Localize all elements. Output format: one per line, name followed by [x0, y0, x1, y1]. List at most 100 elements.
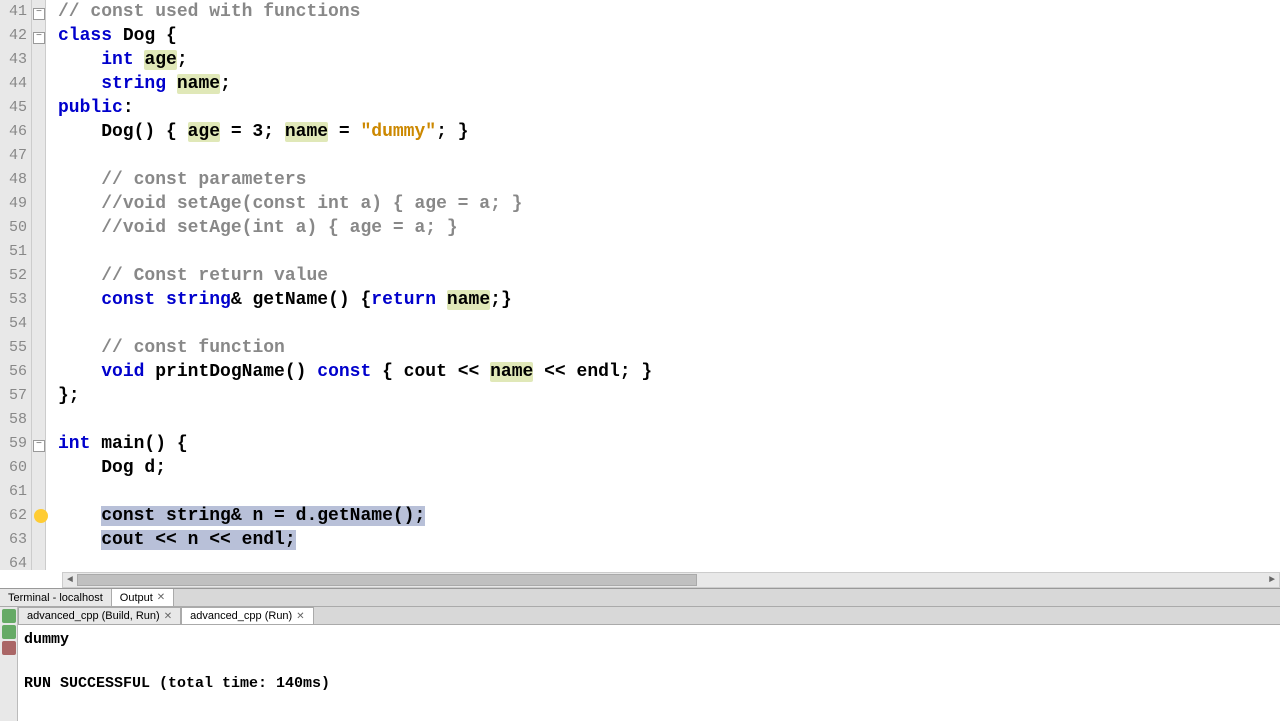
code-line[interactable]	[58, 480, 1280, 504]
code-line[interactable]	[58, 144, 1280, 168]
code-token: return	[371, 290, 436, 310]
horizontal-scrollbar[interactable]: ◄ ►	[62, 572, 1280, 588]
line-number: 50	[0, 216, 31, 240]
code-token	[58, 290, 101, 310]
fold-row	[32, 384, 45, 408]
code-line[interactable]	[58, 552, 1280, 570]
line-number: 56	[0, 360, 31, 384]
code-token: Dog() {	[58, 122, 188, 142]
fold-row: −	[32, 0, 45, 24]
fold-toggle-icon[interactable]: −	[33, 440, 45, 452]
fold-row	[32, 240, 45, 264]
fold-row	[32, 312, 45, 336]
code-token	[436, 290, 447, 310]
fold-row: −	[32, 432, 45, 456]
code-token: const string& n = d.getName();	[101, 506, 425, 526]
close-icon[interactable]: ✕	[157, 592, 165, 603]
scroll-track[interactable]	[77, 574, 1265, 586]
code-line[interactable]: // Const return value	[58, 264, 1280, 288]
output-line: dummy	[24, 629, 1274, 651]
close-icon[interactable]: ✕	[164, 611, 172, 622]
code-line[interactable]	[58, 408, 1280, 432]
code-token: cout << n << endl;	[101, 530, 295, 550]
fold-row	[32, 528, 45, 552]
code-line[interactable]: const string& getName() {return name;}	[58, 288, 1280, 312]
fold-row	[32, 192, 45, 216]
fold-gutter[interactable]: − − −	[32, 0, 46, 570]
fold-row	[32, 48, 45, 72]
panel-tabs: Terminal - localhost Output✕	[0, 589, 1280, 607]
code-token: name	[490, 362, 533, 382]
line-number: 42	[0, 24, 31, 48]
code-token	[58, 530, 101, 550]
code-token: // const used with functions	[58, 2, 360, 22]
line-number: 62	[0, 504, 31, 528]
code-token	[58, 338, 101, 358]
fold-row	[32, 408, 45, 432]
code-line[interactable]: // const function	[58, 336, 1280, 360]
panel-tab-label: Terminal - localhost	[8, 592, 103, 604]
code-text-area[interactable]: // const used with functionsclass Dog { …	[46, 0, 1280, 570]
code-line[interactable]	[58, 312, 1280, 336]
code-token: const	[101, 290, 155, 310]
code-line[interactable]: int age;	[58, 48, 1280, 72]
fold-row	[32, 552, 45, 570]
code-line[interactable]	[58, 240, 1280, 264]
fold-row	[32, 336, 45, 360]
code-token: main() {	[90, 434, 187, 454]
fold-row	[32, 264, 45, 288]
line-number: 64	[0, 552, 31, 570]
code-line[interactable]: void printDogName() const { cout << name…	[58, 360, 1280, 384]
code-line[interactable]: //void setAge(const int a) { age = a; }	[58, 192, 1280, 216]
code-token	[58, 362, 101, 382]
stop-icon[interactable]	[2, 641, 16, 655]
code-line[interactable]: };	[58, 384, 1280, 408]
code-line[interactable]: class Dog {	[58, 24, 1280, 48]
output-sub-tab[interactable]: advanced_cpp (Build, Run)✕	[18, 607, 181, 624]
rerun2-icon[interactable]	[2, 625, 16, 639]
scroll-right-arrow-icon[interactable]: ►	[1265, 573, 1279, 587]
code-line[interactable]: Dog() { age = 3; name = "dummy"; }	[58, 120, 1280, 144]
line-number: 51	[0, 240, 31, 264]
line-number: 48	[0, 168, 31, 192]
code-line[interactable]: int main() {	[58, 432, 1280, 456]
code-line[interactable]: Dog d;	[58, 456, 1280, 480]
output-toolbar	[0, 607, 18, 721]
code-line[interactable]: // const used with functions	[58, 0, 1280, 24]
code-token	[58, 170, 101, 190]
code-line[interactable]: public:	[58, 96, 1280, 120]
code-token	[58, 74, 101, 94]
code-token: string	[166, 290, 231, 310]
output-text[interactable]: dummy RUN SUCCESSFUL (total time: 140ms)	[18, 625, 1280, 721]
line-number-gutter: 4142434445464748495051525354555657585960…	[0, 0, 32, 570]
output-line	[24, 651, 1274, 673]
code-token: age	[144, 50, 176, 70]
line-number: 41	[0, 0, 31, 24]
code-line[interactable]: const string& n = d.getName();	[58, 504, 1280, 528]
scroll-left-arrow-icon[interactable]: ◄	[63, 573, 77, 587]
code-line[interactable]: cout << n << endl;	[58, 528, 1280, 552]
code-line[interactable]: //void setAge(int a) { age = a; }	[58, 216, 1280, 240]
output-line: RUN SUCCESSFUL (total time: 140ms)	[24, 673, 1274, 695]
code-line[interactable]: // const parameters	[58, 168, 1280, 192]
code-token: age	[188, 122, 220, 142]
fold-row	[32, 72, 45, 96]
code-editor[interactable]: 4142434445464748495051525354555657585960…	[0, 0, 1280, 570]
code-token: =	[328, 122, 360, 142]
panel-tab[interactable]: Output✕	[112, 589, 174, 606]
code-line[interactable]: string name;	[58, 72, 1280, 96]
line-number: 54	[0, 312, 31, 336]
fold-toggle-icon[interactable]: −	[33, 8, 45, 20]
line-number: 55	[0, 336, 31, 360]
fold-toggle-icon[interactable]: −	[33, 32, 45, 44]
panel-tab[interactable]: Terminal - localhost	[0, 589, 112, 606]
output-sub-tab[interactable]: advanced_cpp (Run)✕	[181, 607, 314, 624]
code-token: void	[101, 362, 144, 382]
code-token: const	[317, 362, 371, 382]
lightbulb-icon[interactable]	[34, 509, 48, 523]
close-icon[interactable]: ✕	[296, 611, 304, 622]
rerun-icon[interactable]	[2, 609, 16, 623]
code-token	[58, 506, 101, 526]
code-token: string	[101, 74, 166, 94]
scroll-thumb[interactable]	[77, 574, 697, 586]
